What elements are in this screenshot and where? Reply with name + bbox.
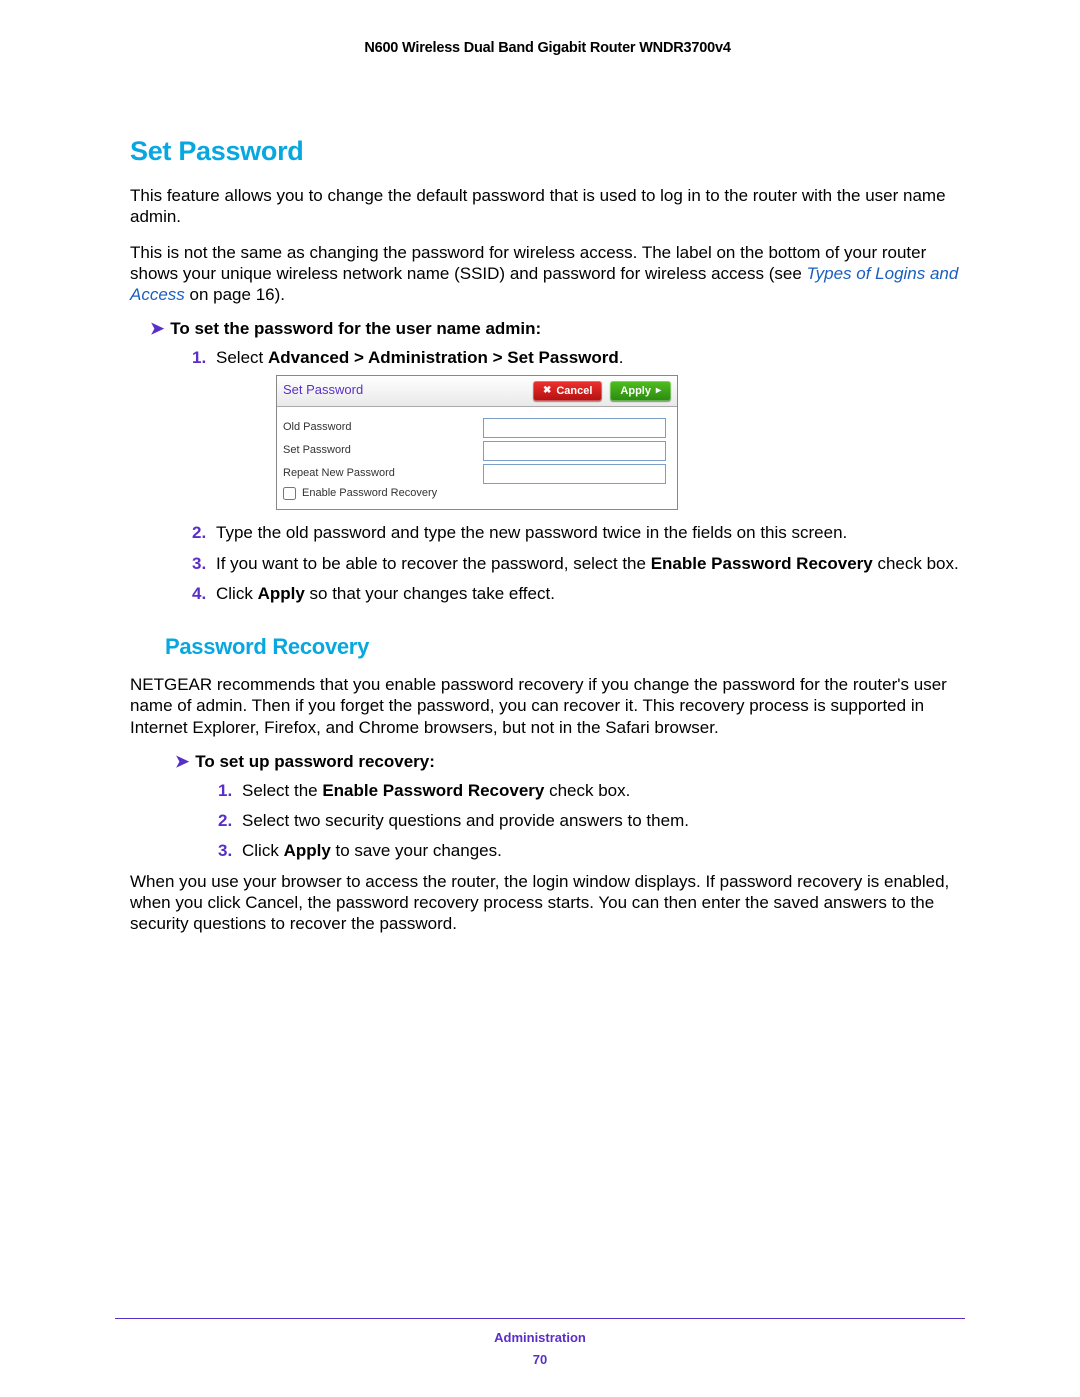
step-item: 1. Select Advanced > Administration > Se…: [192, 347, 965, 510]
step-number: 4.: [192, 583, 206, 604]
text: Select two security questions and provid…: [242, 811, 689, 830]
task-heading: ➤ To set up password recovery:: [175, 752, 965, 772]
form-row-old-password: Old Password: [283, 418, 671, 438]
text: check box.: [873, 554, 959, 573]
checkbox-label: Enable Password Recovery: [302, 487, 437, 501]
apply-button[interactable]: Apply ▸: [610, 381, 671, 401]
footer-page-number: 70: [0, 1352, 1080, 1367]
button-label: Cancel: [556, 383, 592, 399]
step-number: 3.: [218, 840, 232, 861]
text: Select the: [242, 781, 322, 800]
task-heading-text: To set the password for the user name ad…: [170, 319, 541, 338]
manual-page: N600 Wireless Dual Band Gigabit Router W…: [0, 0, 1080, 1397]
chevron-right-icon: ➤: [150, 319, 164, 338]
task-heading: ➤ To set the password for the user name a…: [150, 319, 965, 339]
step-item: 1. Select the Enable Password Recovery c…: [218, 780, 965, 801]
form-row-enable-recovery: Enable Password Recovery: [283, 487, 671, 501]
step-item: 3. Click Apply to save your changes.: [218, 840, 965, 861]
enable-recovery-checkbox[interactable]: [283, 487, 296, 500]
text: to save your changes.: [331, 841, 502, 860]
ui-term: Apply: [258, 584, 305, 603]
text: so that your changes take effect.: [305, 584, 555, 603]
text: Click: [242, 841, 284, 860]
step-list: 1. Select the Enable Password Recovery c…: [218, 780, 965, 862]
play-icon: ▸: [656, 383, 661, 399]
step-item: 3. If you want to be able to recover the…: [192, 553, 965, 574]
dialog-body: Old Password Set Password Repeat New Pas…: [277, 407, 677, 510]
ui-term: Enable Password Recovery: [322, 781, 544, 800]
step-number: 2.: [218, 810, 232, 831]
text: If you want to be able to recover the pa…: [216, 554, 651, 573]
step-number: 1.: [218, 780, 232, 801]
field-label: Repeat New Password: [283, 467, 483, 481]
text: Click: [216, 584, 258, 603]
set-password-input[interactable]: [483, 441, 666, 461]
field-label: Old Password: [283, 421, 483, 435]
heading-password-recovery: Password Recovery: [165, 634, 965, 660]
set-password-dialog: Set Password ✖ Cancel Apply ▸ Old Password: [276, 375, 678, 511]
paragraph: This is not the same as changing the pas…: [130, 242, 965, 306]
dialog-titlebar: Set Password ✖ Cancel Apply ▸: [277, 376, 677, 407]
step-number: 2.: [192, 522, 206, 543]
step-number: 3.: [192, 553, 206, 574]
footer-rule: [115, 1318, 965, 1319]
form-row-set-password: Set Password: [283, 441, 671, 461]
form-row-repeat-password: Repeat New Password: [283, 464, 671, 484]
footer-section-label: Administration: [0, 1330, 1080, 1345]
repeat-password-input[interactable]: [483, 464, 666, 484]
page-header-product: N600 Wireless Dual Band Gigabit Router W…: [130, 40, 965, 56]
text: check box.: [544, 781, 630, 800]
old-password-input[interactable]: [483, 418, 666, 438]
paragraph: When you use your browser to access the …: [130, 871, 965, 935]
button-label: Apply: [620, 383, 651, 399]
ui-term: Apply: [284, 841, 331, 860]
dialog-title: Set Password: [283, 382, 363, 398]
heading-set-password: Set Password: [130, 136, 965, 167]
paragraph: This feature allows you to change the de…: [130, 185, 965, 228]
text: .: [619, 348, 624, 367]
text: Type the old password and type the new p…: [216, 523, 847, 542]
text: on page 16).: [185, 285, 285, 304]
step-item: 4. Click Apply so that your changes take…: [192, 583, 965, 604]
step-list: 1. Select Advanced > Administration > Se…: [192, 347, 965, 604]
close-icon: ✖: [543, 383, 551, 399]
paragraph: NETGEAR recommends that you enable passw…: [130, 674, 965, 738]
step-item: 2. Select two security questions and pro…: [218, 810, 965, 831]
cancel-button[interactable]: ✖ Cancel: [533, 381, 602, 401]
chevron-right-icon: ➤: [175, 752, 189, 771]
ui-path: Advanced > Administration > Set Password: [268, 348, 619, 367]
text: Select: [216, 348, 268, 367]
step-number: 1.: [192, 347, 206, 368]
step-item: 2. Type the old password and type the ne…: [192, 522, 965, 543]
ui-term: Enable Password Recovery: [651, 554, 873, 573]
task-heading-text: To set up password recovery:: [195, 752, 435, 771]
field-label: Set Password: [283, 444, 483, 458]
